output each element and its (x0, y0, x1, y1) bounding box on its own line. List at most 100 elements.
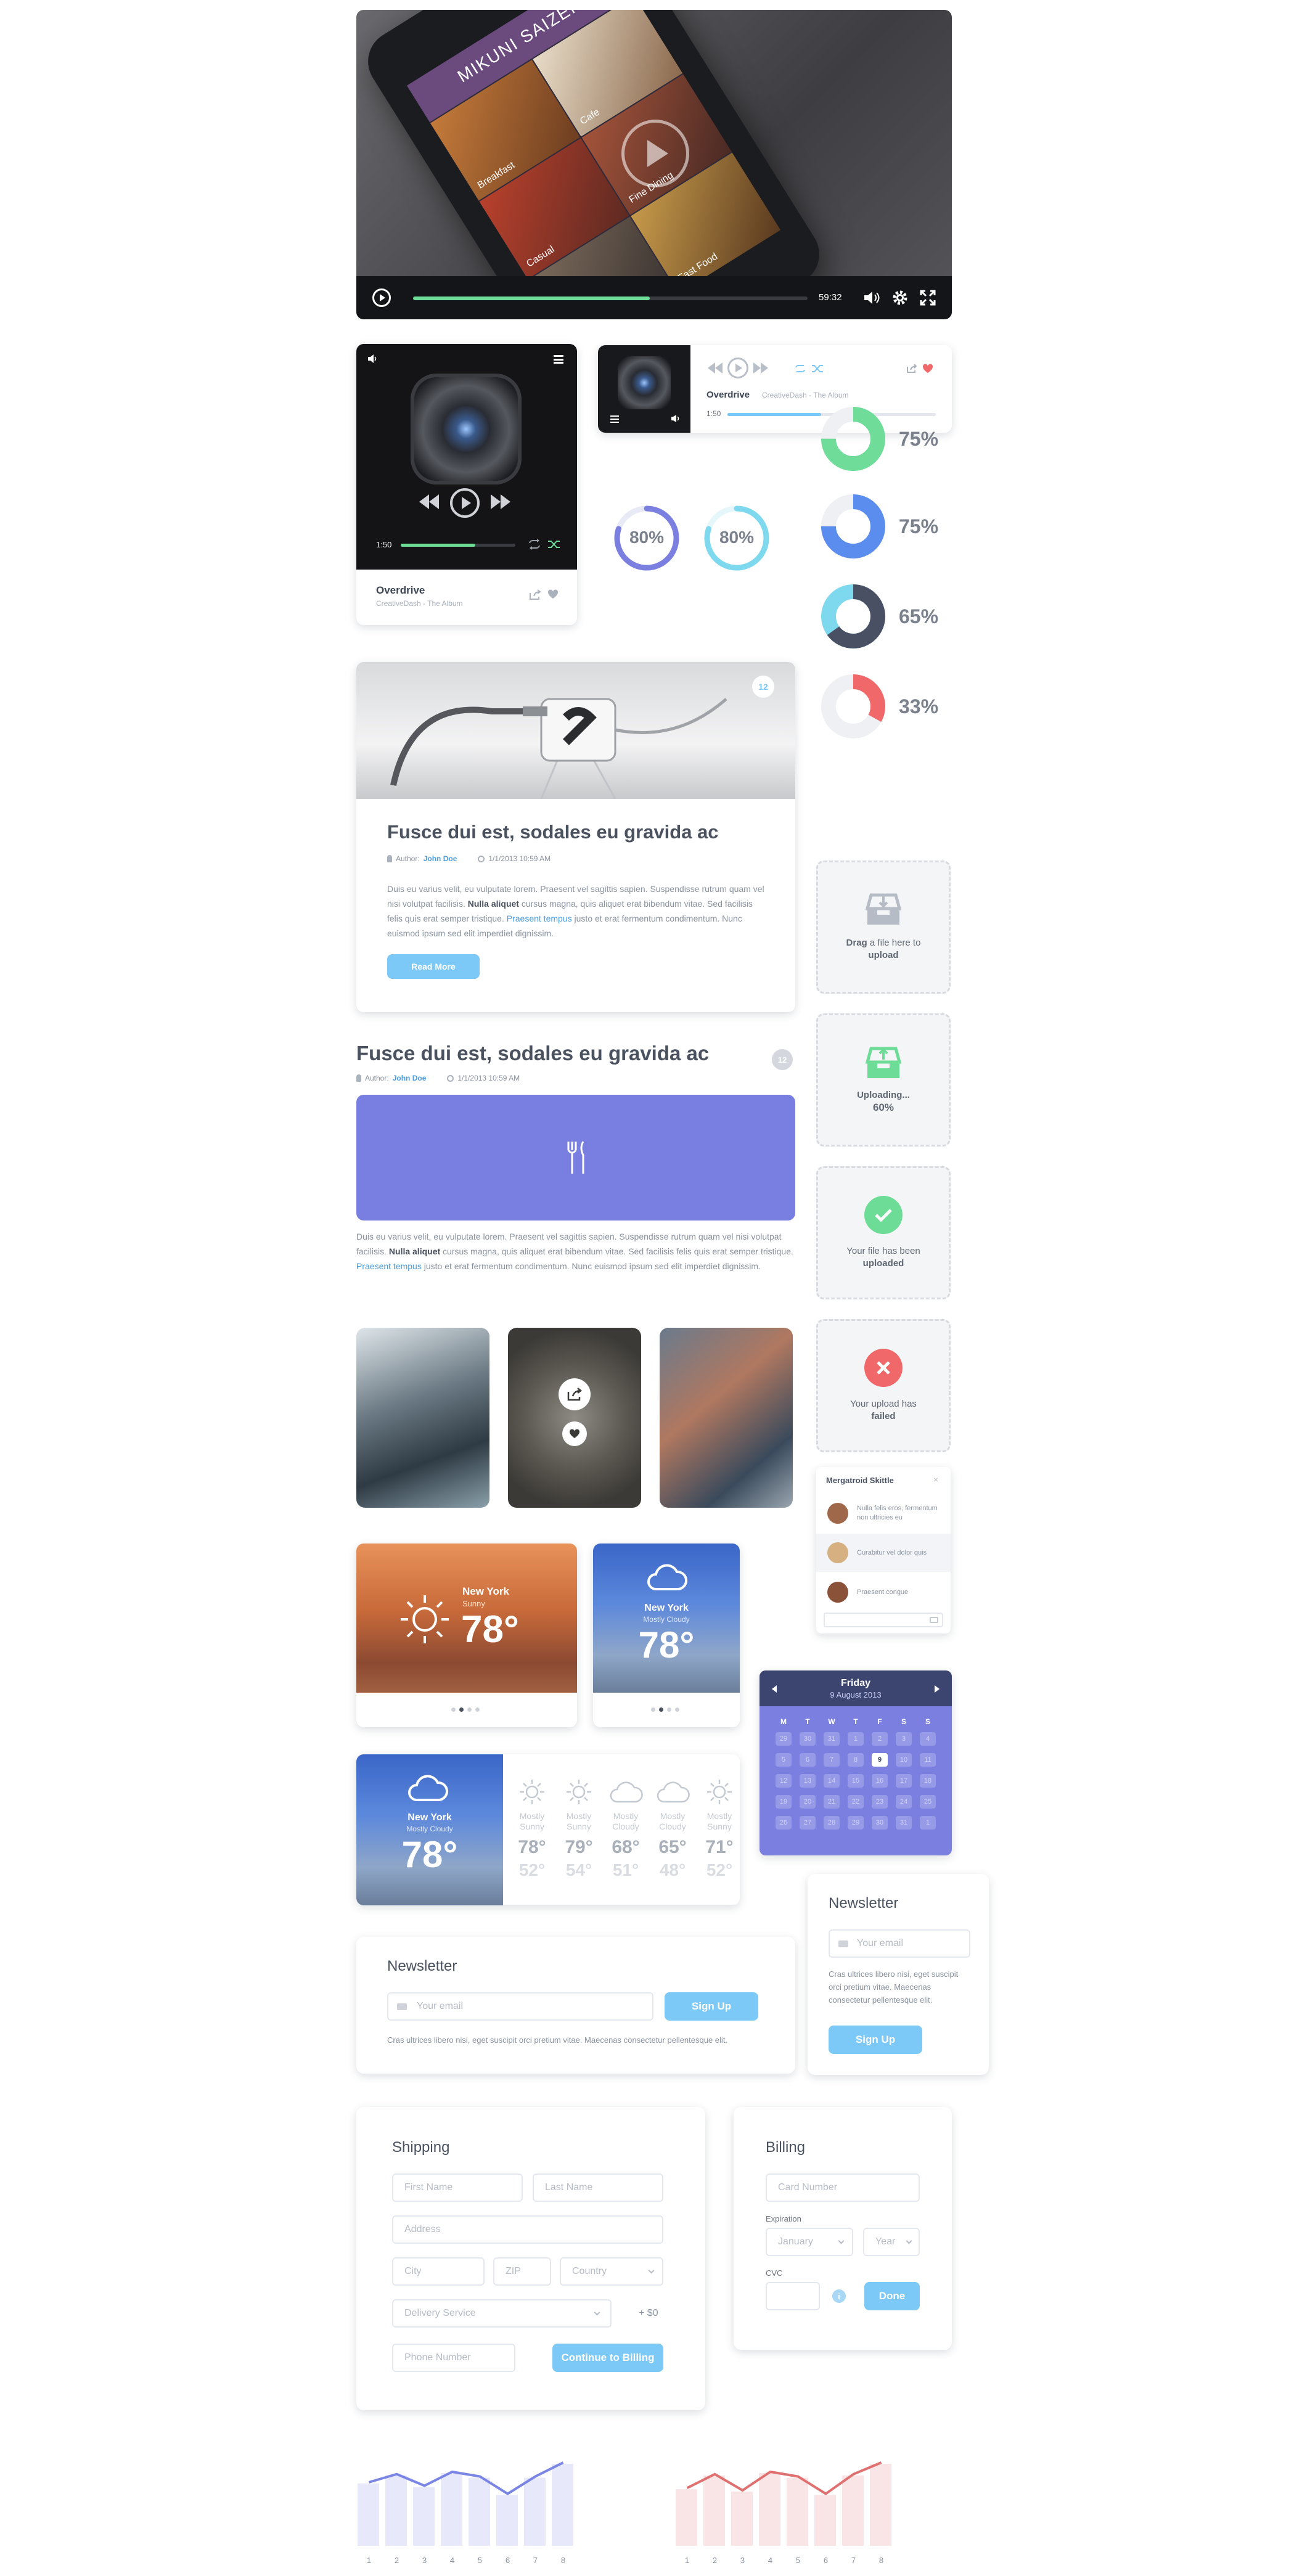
share-icon[interactable] (559, 1378, 591, 1410)
calendar-day-cell[interactable]: 7 (824, 1753, 840, 1767)
carousel-dots[interactable] (651, 1707, 679, 1712)
menu-icon[interactable] (554, 355, 563, 364)
calendar-day-cell[interactable]: 2 (872, 1732, 888, 1746)
card-number-field[interactable]: Card Number (766, 2173, 920, 2202)
post-title[interactable]: Fusce dui est, sodales eu gravida ac (356, 1042, 709, 1065)
done-button[interactable]: Done (864, 2282, 920, 2310)
sign-up-button[interactable]: Sign Up (829, 2026, 922, 2054)
video-play-overlay-icon[interactable] (621, 120, 689, 187)
fast-forward-icon[interactable] (489, 493, 512, 510)
video-progress[interactable] (413, 296, 808, 300)
next-month-icon[interactable] (935, 1685, 940, 1693)
rewind-icon[interactable] (706, 361, 724, 375)
calendar-day-cell[interactable]: 10 (896, 1753, 912, 1767)
calendar-day-cell[interactable]: 19 (776, 1795, 792, 1809)
calendar-day-cell[interactable]: 26 (776, 1816, 792, 1830)
fast-forward-icon[interactable] (752, 361, 769, 375)
settings-gear-icon[interactable] (891, 289, 909, 306)
calendar-day-cell[interactable]: 21 (824, 1795, 840, 1809)
author-link[interactable]: John Doe (424, 854, 457, 863)
volume-icon[interactable] (863, 290, 880, 306)
heart-icon[interactable] (922, 364, 933, 374)
track-progress[interactable] (401, 544, 515, 547)
calendar-day-cell[interactable]: 27 (800, 1816, 816, 1830)
photo-tile[interactable] (356, 1328, 489, 1508)
calendar-day-cell[interactable]: 3 (896, 1732, 912, 1746)
post-link[interactable]: Praesent tempus (356, 1261, 422, 1271)
calendar-day-cell[interactable]: 29 (776, 1732, 792, 1746)
delivery-select[interactable]: Delivery Service (392, 2299, 612, 2328)
last-name-field[interactable]: Last Name (533, 2173, 663, 2202)
first-name-field[interactable]: First Name (392, 2173, 523, 2202)
year-select[interactable]: Year (863, 2228, 920, 2256)
calendar-day-cell[interactable]: 30 (872, 1816, 888, 1830)
heart-icon[interactable] (562, 1421, 587, 1446)
close-icon[interactable]: × (933, 1474, 938, 1484)
calendar-day-cell[interactable]: 6 (800, 1753, 816, 1767)
author-link[interactable]: John Doe (393, 1074, 427, 1082)
calendar-day-cell[interactable]: 8 (848, 1753, 864, 1767)
zip-field[interactable]: ZIP (493, 2257, 551, 2286)
country-select[interactable]: Country (560, 2257, 663, 2286)
calendar-day-cell[interactable]: 25 (920, 1795, 936, 1809)
chat-input[interactable] (824, 1613, 943, 1627)
phone-field[interactable]: Phone Number (392, 2344, 515, 2372)
info-icon[interactable]: i (832, 2289, 846, 2303)
fullscreen-icon[interactable] (920, 290, 936, 306)
read-more-button[interactable]: Read More (387, 954, 480, 979)
calendar-day-cell[interactable]: 11 (920, 1753, 936, 1767)
share-icon[interactable] (529, 589, 541, 600)
play-icon[interactable] (372, 288, 391, 307)
heart-icon[interactable] (547, 589, 559, 599)
calendar-day-cell[interactable]: 9 (872, 1753, 888, 1767)
volume-icon[interactable] (671, 414, 681, 423)
calendar-day-cell[interactable]: 17 (896, 1774, 912, 1788)
continue-to-billing-button[interactable]: Continue to Billing (552, 2344, 663, 2372)
comment-count-badge[interactable]: 12 (752, 676, 774, 698)
address-field[interactable]: Address (392, 2215, 663, 2244)
calendar-day-cell[interactable]: 14 (824, 1774, 840, 1788)
calendar-day-cell[interactable]: 24 (896, 1795, 912, 1809)
carousel-dots[interactable] (451, 1707, 480, 1712)
calendar-day-cell[interactable]: 31 (824, 1732, 840, 1746)
menu-icon[interactable] (610, 415, 619, 423)
calendar-day-cell[interactable]: 18 (920, 1774, 936, 1788)
shuffle-icon[interactable] (547, 539, 561, 550)
photo-tile[interactable] (508, 1328, 641, 1508)
rewind-icon[interactable] (418, 493, 440, 510)
month-select[interactable]: January (766, 2228, 853, 2256)
calendar-day-cell[interactable]: 1 (848, 1732, 864, 1746)
share-icon[interactable] (906, 364, 917, 374)
calendar-day-cell[interactable]: 23 (872, 1795, 888, 1809)
email-field[interactable]: Your email (387, 1992, 653, 2021)
play-icon[interactable] (727, 358, 748, 378)
upload-dropzone[interactable]: Drag a file here to upload (816, 861, 951, 994)
calendar-day-cell[interactable]: 5 (776, 1753, 792, 1767)
post-comment-badge[interactable]: 12 (772, 1049, 793, 1070)
calendar-day-cell[interactable]: 12 (776, 1774, 792, 1788)
video-player[interactable]: MIKUNI SAIZEN Breakfast Cafe Casual Fine… (356, 10, 952, 319)
sign-up-button[interactable]: Sign Up (665, 1992, 758, 2021)
blog-title[interactable]: Fusce dui est, sodales eu gravida ac (387, 821, 719, 843)
repeat-icon[interactable] (528, 539, 541, 550)
volume-icon[interactable] (367, 354, 379, 364)
calendar-day-cell[interactable]: 13 (800, 1774, 816, 1788)
play-icon[interactable] (450, 488, 480, 518)
calendar-day-cell[interactable]: 15 (848, 1774, 864, 1788)
city-field[interactable]: City (392, 2257, 485, 2286)
calendar-day-cell[interactable]: 29 (848, 1816, 864, 1830)
calendar-day-cell[interactable]: 20 (800, 1795, 816, 1809)
calendar-day-cell[interactable]: 22 (848, 1795, 864, 1809)
camera-icon[interactable] (930, 1617, 938, 1623)
calendar-day-cell[interactable]: 30 (800, 1732, 816, 1746)
photo-tile[interactable] (660, 1328, 793, 1508)
email-field[interactable]: Your email (829, 1929, 970, 1958)
calendar-day-cell[interactable]: 1 (920, 1816, 936, 1830)
calendar-day-cell[interactable]: 4 (920, 1732, 936, 1746)
calendar-day-cell[interactable]: 31 (896, 1816, 912, 1830)
calendar-day-cell[interactable]: 16 (872, 1774, 888, 1788)
cvc-field[interactable] (766, 2282, 820, 2310)
repeat-icon[interactable] (794, 364, 806, 374)
excerpt-link[interactable]: Praesent tempus (507, 914, 572, 923)
shuffle-icon[interactable] (811, 364, 824, 374)
